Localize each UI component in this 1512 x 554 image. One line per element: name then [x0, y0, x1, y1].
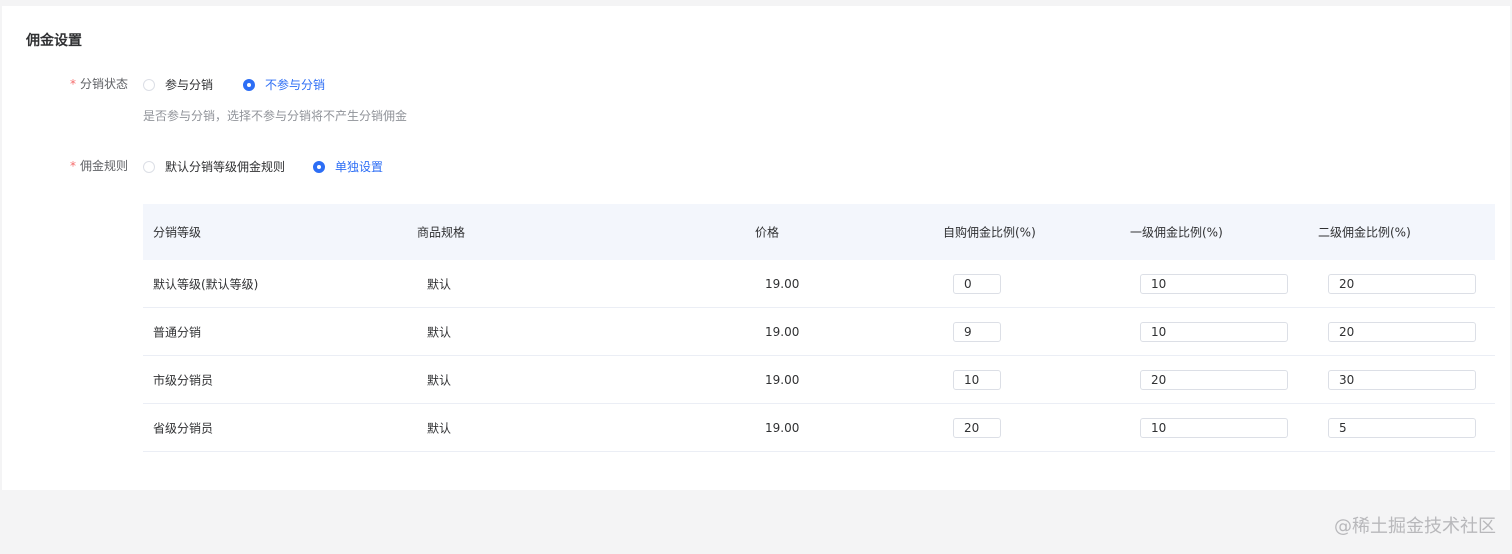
cell-spec: 默认: [427, 325, 452, 339]
self-commission-input[interactable]: 20: [953, 417, 1001, 438]
first-commission-input[interactable]: 10: [1140, 321, 1288, 342]
section-title: 佣金设置: [26, 33, 82, 49]
header-self-commission: 自购佣金比例(%): [943, 225, 1036, 240]
table-header: 分销等级 商品规格 价格 自购佣金比例(%) 一级佣金比例(%) 二级佣金比例(…: [143, 204, 1495, 260]
distribution-status-label-text: 分销状态: [80, 77, 129, 91]
header-second-commission: 二级佣金比例(%): [1318, 225, 1411, 240]
commission-rule-label: * 佣金规则: [70, 157, 128, 174]
cell-spec: 默认: [427, 373, 452, 387]
commission-table: 分销等级 商品规格 价格 自购佣金比例(%) 一级佣金比例(%) 二级佣金比例(…: [143, 204, 1495, 452]
watermark: @稀土掘金技术社区: [1334, 516, 1496, 537]
cell-level: 省级分销员: [153, 421, 214, 435]
commission-rule-label-text: 佣金规则: [80, 159, 129, 173]
radio-not-participate-label: 不参与分销: [265, 78, 326, 92]
radio-circle-icon: [143, 78, 155, 91]
cell-spec: 默认: [427, 421, 452, 435]
commission-settings-card: 佣金设置 * 分销状态 参与分销 不参与分销 是否参与分销，选择不参与分销将不产生…: [2, 6, 1510, 490]
self-commission-input[interactable]: 9: [953, 321, 1001, 342]
table-row: 市级分销员 默认 19.00 10 20 30: [143, 356, 1495, 404]
cell-level: 普通分销: [153, 325, 202, 339]
header-first-commission: 一级佣金比例(%): [1130, 225, 1223, 240]
second-commission-input[interactable]: 20: [1328, 321, 1476, 342]
table-row: 省级分销员 默认 19.00 20 10 5: [143, 404, 1495, 452]
required-mark: *: [70, 77, 76, 91]
self-commission-input[interactable]: 10: [953, 369, 1001, 390]
second-commission-input[interactable]: 5: [1328, 417, 1476, 438]
second-commission-input[interactable]: 20: [1328, 273, 1476, 294]
radio-circle-icon: [143, 160, 155, 173]
radio-custom-rule-label: 单独设置: [335, 160, 384, 174]
distribution-status-label: * 分销状态: [70, 75, 128, 92]
header-price: 价格: [755, 225, 780, 240]
radio-checked-icon: [313, 160, 325, 173]
radio-participate[interactable]: 参与分销: [143, 76, 213, 93]
required-mark: *: [70, 159, 76, 173]
first-commission-input[interactable]: 20: [1140, 369, 1288, 390]
cell-price: 19.00: [765, 276, 800, 291]
radio-checked-icon: [243, 78, 255, 91]
header-spec: 商品规格: [417, 225, 466, 240]
cell-spec: 默认: [427, 277, 452, 291]
table-row: 普通分销 默认 19.00 9 10 20: [143, 308, 1495, 356]
radio-default-rule[interactable]: 默认分销等级佣金规则: [143, 158, 285, 175]
table-row: 默认等级(默认等级) 默认 19.00 0 10 20: [143, 260, 1495, 308]
cell-level: 市级分销员: [153, 373, 214, 387]
cell-price: 19.00: [765, 324, 800, 339]
second-commission-input[interactable]: 30: [1328, 369, 1476, 390]
distribution-status-hint: 是否参与分销，选择不参与分销将不产生分销佣金: [143, 109, 408, 123]
first-commission-input[interactable]: 10: [1140, 417, 1288, 438]
radio-custom-rule[interactable]: 单独设置: [313, 158, 383, 175]
cell-price: 19.00: [765, 372, 800, 387]
self-commission-input[interactable]: 0: [953, 273, 1001, 294]
first-commission-input[interactable]: 10: [1140, 273, 1288, 294]
header-level: 分销等级: [153, 225, 202, 240]
radio-default-rule-label: 默认分销等级佣金规则: [165, 160, 286, 174]
cell-level: 默认等级(默认等级): [153, 277, 259, 291]
cell-price: 19.00: [765, 420, 800, 435]
radio-not-participate[interactable]: 不参与分销: [243, 76, 325, 93]
radio-participate-label: 参与分销: [165, 78, 214, 92]
